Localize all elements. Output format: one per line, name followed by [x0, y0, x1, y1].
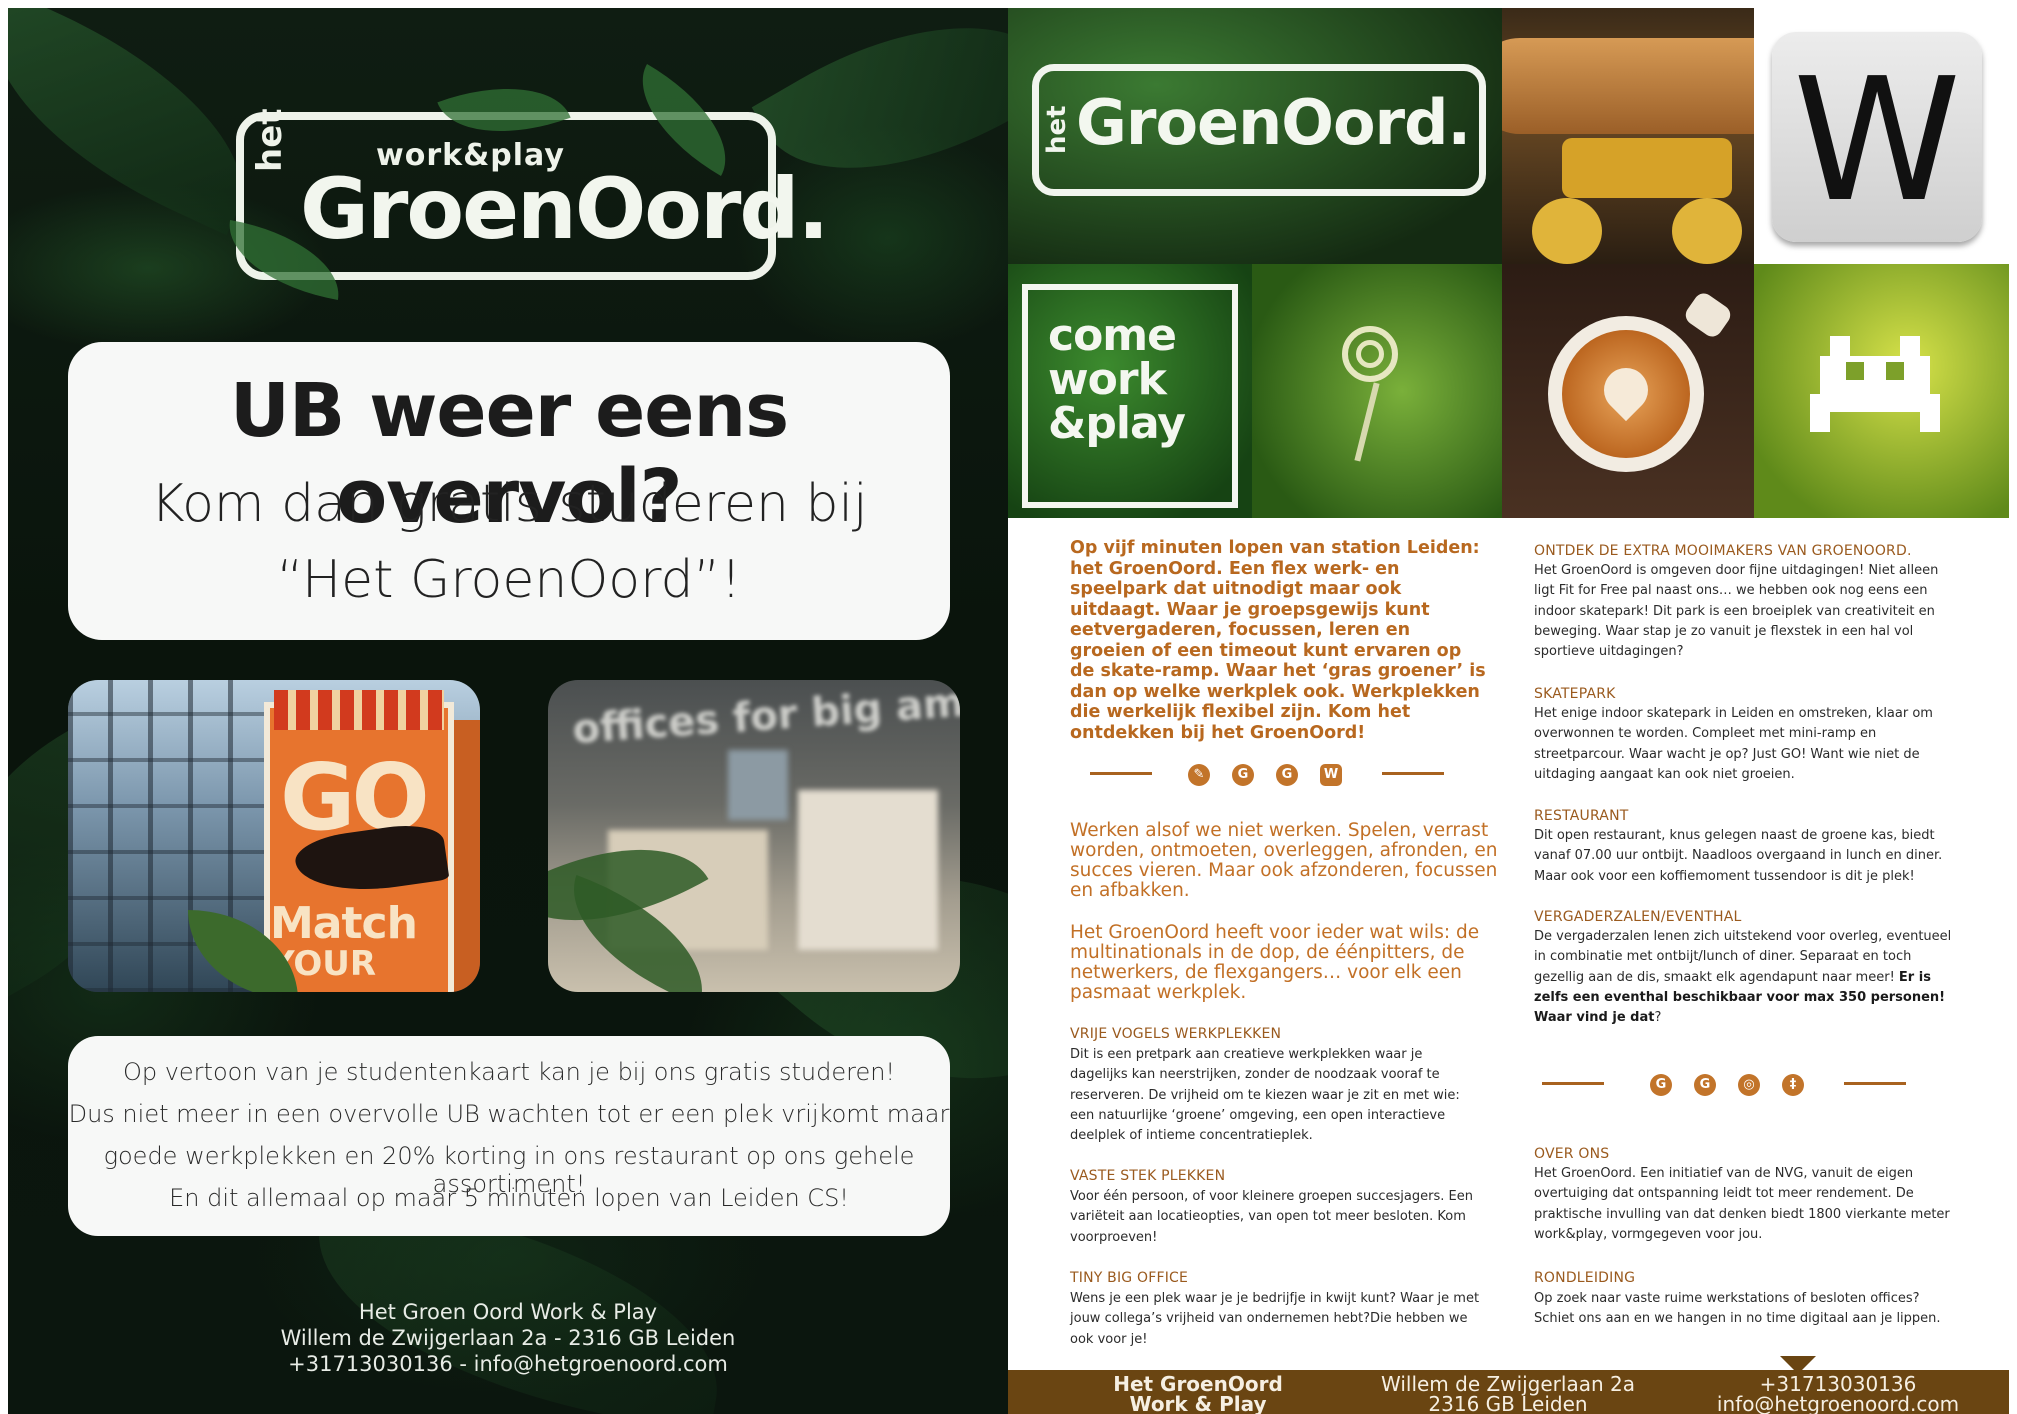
fern-curl — [1356, 340, 1384, 368]
screen — [728, 750, 788, 820]
section-body: De vergaderzalen lenen zich uitstekend v… — [1534, 929, 1952, 985]
subheadline-line: Kom dan gratis studeren bij — [150, 474, 868, 534]
tile-fern — [1252, 264, 1502, 518]
tile-logo: het GroenOord. — [1008, 8, 1502, 264]
skateboard-icon: ✎ — [1188, 764, 1210, 786]
space-invader-icon — [1810, 336, 1940, 432]
section-body: Het GroenOord. Een initiatief van de NVG… — [1534, 1166, 1950, 1242]
footer-address: Willem de Zwijgerlaan 2a 2316 GB Leiden — [1358, 1374, 1658, 1414]
come-work-play-text: come work &play — [1048, 310, 1186, 449]
tile-coffee — [1502, 264, 1754, 518]
section-heading: OVER ONS — [1534, 1146, 1610, 1162]
cup-handle — [1681, 289, 1735, 341]
skateboard-wheel — [1672, 198, 1742, 264]
matchbox-dreams: YOUR Dreams — [270, 944, 417, 992]
mid-text: Het GroenOord heeft voor ieder wat wils:… — [1070, 922, 1480, 1003]
divider-line — [1844, 1082, 1906, 1085]
photo-go-match-your-dreams: GO Match YOUR Dreams — [68, 680, 480, 992]
o-icon: G — [1276, 764, 1298, 786]
mask-icon: ◎ — [1738, 1074, 1760, 1096]
footer-contact: +31713030136 info@hetgroenoord.com — [1698, 1374, 1978, 1414]
divider-line — [1090, 772, 1152, 775]
section-body-group: De vergaderzalen lenen zich uitstekend v… — [1534, 927, 1959, 1028]
matches — [274, 690, 444, 730]
office-sign: offices for big ambitions — [571, 680, 960, 754]
footer-name: Het GroenOord Work & Play — [1078, 1374, 1318, 1414]
logo-het: het — [250, 108, 290, 172]
info-line: Dus niet meer in een overvolle UB wachte… — [68, 1100, 950, 1128]
left-poster: het work&play GroenOord. UB weer eens ov… — [8, 8, 1008, 1414]
tile-w-key: W — [1754, 8, 2009, 264]
subheadline: Kom dan gratis studeren bij “Het GroenOo… — [68, 466, 950, 618]
section-body: Het GroenOord is omgeven door fijne uitd… — [1534, 563, 1939, 660]
groenoord-logo: het work&play GroenOord. — [219, 61, 829, 300]
info-line: Op vertoon van je studentenkaart kan je … — [122, 1058, 896, 1086]
info-card: Op vertoon van je studentenkaart kan je … — [68, 1036, 950, 1236]
section-body: Wens je een plek waar je je bedrijfje in… — [1070, 1291, 1480, 1347]
section-body: Dit is een pretpark aan creatieve werkpl… — [1070, 1047, 1460, 1144]
section-body: Het enige indoor skatepark in Leiden en … — [1534, 706, 1933, 782]
contact-address: Willem de Zwijgerlaan 2a - 2316 GB Leide… — [280, 1326, 736, 1350]
footer-email[interactable]: info@hetgroenoord.com — [1698, 1394, 1978, 1414]
section-heading: RONDLEIDING — [1534, 1270, 1636, 1286]
intro-text: Op vijf minuten lopen van station Leiden… — [1070, 538, 1486, 743]
section-heading: RESTAURANT — [1534, 808, 1629, 824]
matchbox-match: Match — [270, 898, 418, 949]
skateboard-wheel — [1532, 198, 1602, 264]
skateboard-deck — [1502, 38, 1754, 134]
logo-het: het — [1042, 105, 1072, 154]
g-icon: G — [1650, 1074, 1672, 1096]
o-icon: G — [1694, 1074, 1716, 1096]
brochure-footer: Het GroenOord Work & Play Willem de Zwij… — [1008, 1356, 2009, 1414]
headline-card: UB weer eens overvol? Kom dan gratis stu… — [68, 342, 950, 640]
tile-space-invader — [1754, 264, 2009, 518]
section-tail: ? — [1654, 1010, 1662, 1026]
section-heading: VERGADERZALEN/EVENTHAL — [1534, 909, 1742, 925]
footer-name-line: Work & Play — [1129, 1392, 1267, 1414]
invader-eye — [1886, 362, 1904, 380]
section-body: Dit open restaurant, knus gelegen naast … — [1534, 828, 1943, 884]
divider-line — [1382, 772, 1444, 775]
divider-line — [1542, 1082, 1604, 1085]
w-key-icon: W — [1772, 32, 1982, 242]
footer-name-line: Het GroenOord — [1113, 1372, 1283, 1396]
g-icon: G — [1232, 764, 1254, 786]
desk — [798, 790, 938, 950]
section-heading: TINY BIG OFFICE — [1070, 1270, 1189, 1286]
photo-office: offices for big ambitions — [548, 680, 960, 992]
fern-stem — [1354, 382, 1380, 462]
mid-text: Werken alsof we niet werken. Spelen, ver… — [1070, 820, 1498, 901]
tree-icon: ‡ — [1782, 1074, 1804, 1096]
w-icon: W — [1320, 764, 1342, 786]
logo-name: GroenOord. — [300, 160, 829, 258]
skateboard-truck — [1562, 138, 1732, 198]
logo-name: GroenOord. — [1076, 86, 1471, 159]
contact-phone-email: +31713030136 - info@hetgroenoord.com — [288, 1352, 728, 1376]
section-heading: VASTE STEK PLEKKEN — [1070, 1168, 1226, 1184]
footer-address-line: 2316 GB Leiden — [1428, 1392, 1588, 1414]
right-brochure: het GroenOord. W come work &play Op vijf… — [1008, 8, 2009, 1414]
info-line: En dit allemaal op maar 5 minuten lopen … — [169, 1184, 849, 1212]
tile-skateboard — [1502, 8, 1754, 264]
section-body: Voor één persoon, of voor kleinere groep… — [1070, 1189, 1473, 1245]
section-heading: ONTDEK DE EXTRA MOOIMAKERS VAN GROENOORD… — [1534, 543, 1912, 559]
contact-name: Het Groen Oord Work & Play — [358, 1300, 658, 1324]
section-heading: SKATEPARK — [1534, 686, 1616, 702]
w-letter: W — [1792, 42, 1962, 240]
section-body: Op zoek naar vaste ruime werkstations of… — [1534, 1291, 1941, 1327]
footer-phone[interactable]: +31713030136 — [1698, 1374, 1978, 1394]
subheadline-line: “Het GroenOord”! — [276, 550, 742, 610]
footer-address-line: Willem de Zwijgerlaan 2a — [1381, 1372, 1635, 1396]
invader-eye — [1846, 362, 1864, 380]
tile-come-work-play: come work &play — [1008, 264, 1252, 518]
section-heading: VRIJE VOGELS WERKPLEKKEN — [1070, 1026, 1282, 1042]
